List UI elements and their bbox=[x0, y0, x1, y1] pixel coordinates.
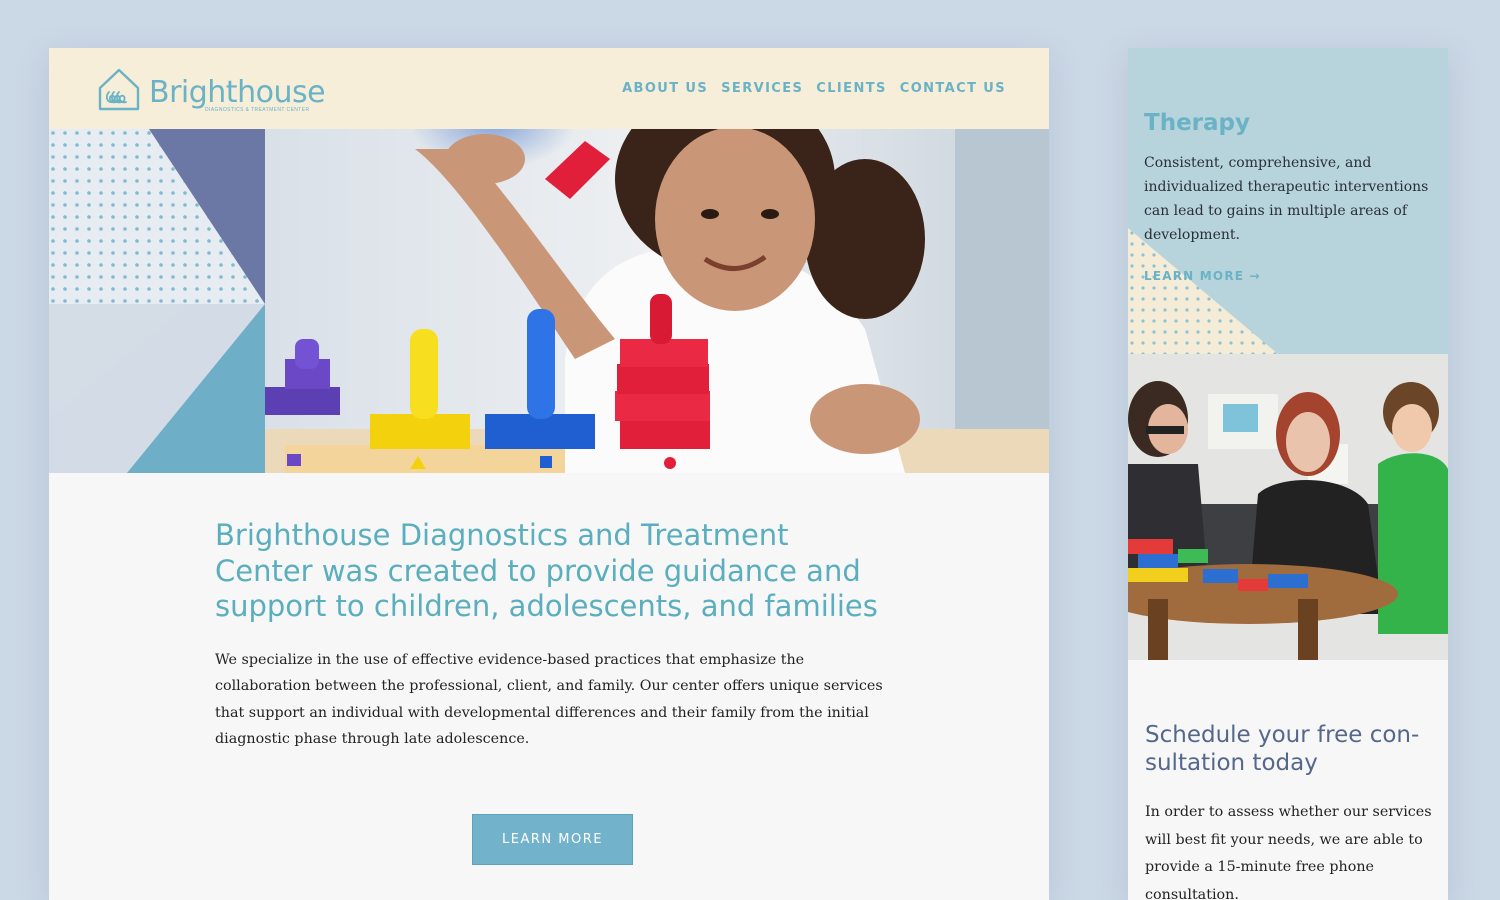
nav-about-us[interactable]: ABOUT US bbox=[622, 81, 708, 96]
intro-paragraph: We specialize in the use of effective ev… bbox=[215, 651, 883, 748]
nav-contact-us[interactable]: CONTACT US bbox=[900, 81, 1006, 96]
house-logo-icon bbox=[98, 68, 140, 111]
intro-content: Brighthouse Diagnostics and Treatment Ce… bbox=[215, 518, 885, 753]
child-playing-blocks-photo bbox=[265, 129, 1049, 473]
hero-banner bbox=[49, 129, 1049, 473]
brand-tagline: Diagnostics & Treatment Center bbox=[205, 107, 310, 113]
therapy-title: Therapy bbox=[1144, 110, 1250, 136]
brand-wordmark: Brighthouse Diagnostics & Treatment Cent… bbox=[149, 66, 326, 114]
main-nav: ABOUT US SERVICES CLIENTS CONTACT US bbox=[622, 81, 1006, 96]
hero-geometric-pattern bbox=[49, 129, 265, 473]
brand-logo[interactable]: Brighthouse Diagnostics & Treatment Cent… bbox=[97, 66, 326, 114]
therapy-session-photo bbox=[1128, 354, 1448, 660]
therapy-description: Consistent, comprehensive, and individua… bbox=[1144, 155, 1429, 243]
hero-headline: Brighthouse Diagnostics and Treatment Ce… bbox=[215, 518, 878, 623]
therapy-learn-more-link[interactable]: LEARN MORE → bbox=[1144, 269, 1261, 283]
therapy-section: Therapy Consistent, comprehensive, and i… bbox=[1128, 48, 1448, 354]
schedule-title: Schedule your free con-sultation today bbox=[1145, 722, 1420, 776]
nav-services[interactable]: SERVICES bbox=[721, 81, 803, 96]
site-header: Brighthouse Diagnostics & Treatment Cent… bbox=[49, 48, 1049, 129]
schedule-description: In order to assess whether our services … bbox=[1145, 804, 1432, 900]
nav-clients[interactable]: CLIENTS bbox=[816, 81, 886, 96]
desktop-page-mockup: Brighthouse Diagnostics & Treatment Cent… bbox=[49, 48, 1049, 900]
brand-name: Brighthouse bbox=[149, 75, 326, 110]
learn-more-button[interactable]: LEARN MORE bbox=[472, 814, 633, 865]
mobile-page-mockup: Therapy Consistent, comprehensive, and i… bbox=[1128, 48, 1448, 900]
